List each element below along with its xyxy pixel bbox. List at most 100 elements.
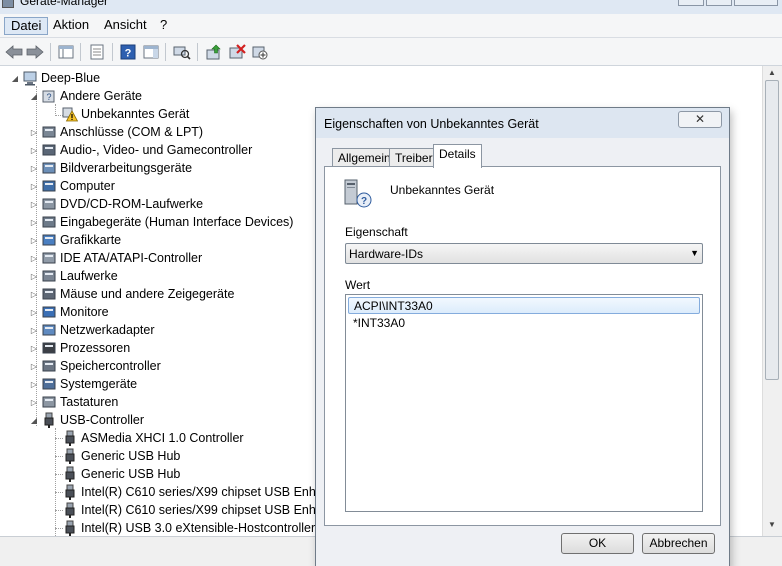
tree-category[interactable]: ▷ Audio-, Video- und Gamecontroller (29, 141, 252, 159)
device-category-icon (41, 178, 57, 194)
warning-device-icon (62, 106, 79, 122)
device-category-icon (41, 394, 57, 410)
menu-datei[interactable]: Datei (4, 17, 49, 35)
expand-chevron-icon[interactable]: ▷ (29, 361, 39, 371)
expand-chevron-icon[interactable]: ▷ (29, 289, 39, 299)
tree-category-label: Netzwerkadapter (60, 323, 155, 337)
dropdown-arrow-icon: ▼ (690, 248, 699, 258)
action-pane-icon[interactable] (141, 42, 161, 62)
tree-category[interactable]: ▷ Grafikkarte (29, 231, 121, 249)
expand-chevron-icon[interactable]: ▷ (29, 181, 39, 191)
collapse-chevron-icon[interactable]: ◢ (10, 73, 20, 83)
menu-aktion[interactable]: Aktion (47, 17, 95, 35)
tab-treiber[interactable]: Treiber (389, 148, 439, 168)
cancel-button[interactable]: Abbrechen (642, 533, 715, 554)
expand-chevron-icon[interactable]: ▷ (29, 163, 39, 173)
device-category-icon (41, 304, 57, 320)
console-tree-icon[interactable] (56, 42, 76, 62)
tree-category-usb[interactable]: ◢ USB-Controller (29, 411, 144, 429)
collapse-chevron-icon[interactable]: ◢ (29, 415, 39, 425)
unknown-device-category-icon: ? (41, 88, 57, 104)
tree-category[interactable]: ▷ Tastaturen (29, 393, 118, 411)
tree-category[interactable]: ▷ Laufwerke (29, 267, 118, 285)
expand-chevron-icon[interactable]: ▷ (29, 343, 39, 353)
menu-bar: Datei Aktion Ansicht ? (0, 14, 782, 38)
close-window-button[interactable] (734, 0, 778, 6)
expand-chevron-icon[interactable]: ▷ (29, 145, 39, 155)
tree-device-usb[interactable]: ASMedia XHCI 1.0 Controller (62, 429, 244, 447)
tree-category-label: Monitore (60, 305, 109, 319)
tab-details[interactable]: Details (433, 144, 482, 168)
back-arrow-icon[interactable] (4, 42, 24, 62)
tree-device-unknown[interactable]: Unbekanntes Gerät (62, 105, 189, 123)
tree-category[interactable]: ▷ Prozessoren (29, 339, 130, 357)
expand-chevron-icon[interactable]: ▷ (29, 397, 39, 407)
menu-help[interactable]: ? (154, 17, 173, 35)
svg-text:?: ? (361, 196, 367, 207)
scan-hardware-icon[interactable] (172, 42, 192, 62)
collapse-chevron-icon[interactable]: ◢ (29, 91, 39, 101)
maximize-button[interactable] (706, 0, 732, 6)
tree-device-usb[interactable]: Intel(R) USB 3.0 eXtensible-Hostcontroll… (62, 519, 315, 536)
toolbar: ? (0, 38, 782, 66)
tree-device-usb[interactable]: Generic USB Hub (62, 465, 180, 483)
tab-allgemein[interactable]: Allgemein (332, 148, 397, 168)
dialog-titlebar: Eigenschaften von Unbekanntes Gerät ✕ (316, 108, 729, 138)
dialog-close-button[interactable]: ✕ (678, 111, 722, 128)
value-list-item[interactable]: ACPI\INT33A0 (348, 297, 700, 314)
property-select-value: Hardware-IDs (349, 247, 424, 261)
tree-category[interactable]: ▷ Bildverarbeitungsgeräte (29, 159, 192, 177)
tree-root[interactable]: ◢ Deep-Blue (10, 69, 100, 87)
scroll-down-icon[interactable]: ▼ (763, 520, 781, 534)
expand-chevron-icon[interactable]: ▷ (29, 235, 39, 245)
tree-category[interactable]: ▷ Speichercontroller (29, 357, 161, 375)
toolbar-separator (50, 43, 51, 61)
device-category-icon (41, 142, 57, 158)
tree-category[interactable]: ▷ Netzwerkadapter (29, 321, 155, 339)
tree-category[interactable]: ▷ Computer (29, 177, 115, 195)
tree-category[interactable]: ▷ DVD/CD-ROM-Laufwerke (29, 195, 203, 213)
device-category-icon (41, 376, 57, 392)
value-label: Wert (345, 278, 371, 292)
toolbar-separator (165, 43, 166, 61)
uninstall-icon[interactable] (227, 42, 247, 62)
ok-button[interactable]: OK (561, 533, 634, 554)
tree-category[interactable]: ▷ IDE ATA/ATAPI-Controller (29, 249, 202, 267)
update-driver-icon[interactable] (204, 42, 224, 62)
property-select[interactable]: Hardware-IDs ▼ (345, 243, 703, 264)
expand-chevron-icon[interactable]: ▷ (29, 217, 39, 227)
tree-device-label: Unbekanntes Gerät (81, 107, 190, 121)
expand-chevron-icon[interactable]: ▷ (29, 271, 39, 281)
tree-category[interactable]: ▷ Anschlüsse (COM & LPT) (29, 123, 203, 141)
disable-device-icon[interactable] (250, 42, 270, 62)
expand-chevron-icon[interactable]: ▷ (29, 127, 39, 137)
expand-chevron-icon[interactable]: ▷ (29, 307, 39, 317)
minimize-button[interactable] (678, 0, 704, 6)
device-category-icon (41, 340, 57, 356)
menu-ansicht[interactable]: Ansicht (98, 17, 153, 35)
value-list[interactable]: ACPI\INT33A0 *INT33A0 (345, 294, 703, 512)
tree-category[interactable]: ▷ Mäuse und andere Zeigegeräte (29, 285, 235, 303)
usb-device-icon (62, 430, 78, 446)
tree-vertical-scrollbar[interactable]: ▲ ▼ (762, 66, 780, 536)
tree-category[interactable]: ▷ Eingabegeräte (Human Interface Devices) (29, 213, 294, 231)
tree-category[interactable]: ▷ Systemgeräte (29, 375, 137, 393)
tree-category-andere-geraete[interactable]: ◢ ? Andere Geräte (29, 87, 142, 105)
device-category-icon (41, 250, 57, 266)
help-icon[interactable]: ? (118, 42, 138, 62)
unknown-device-icon: ? (344, 178, 372, 208)
tree-device-usb[interactable]: Generic USB Hub (62, 447, 180, 465)
expand-chevron-icon[interactable]: ▷ (29, 253, 39, 263)
properties-icon[interactable] (87, 42, 107, 62)
expand-chevron-icon[interactable]: ▷ (29, 199, 39, 209)
window-title: Geräte-Manager (20, 0, 109, 8)
device-category-icon (41, 268, 57, 284)
tree-device-label: ASMedia XHCI 1.0 Controller (81, 431, 244, 445)
expand-chevron-icon[interactable]: ▷ (29, 325, 39, 335)
expand-chevron-icon[interactable]: ▷ (29, 379, 39, 389)
scrollbar-thumb[interactable] (765, 80, 779, 380)
value-list-item[interactable]: *INT33A0 (348, 315, 700, 332)
device-category-icon (41, 232, 57, 248)
forward-arrow-icon[interactable] (25, 42, 45, 62)
tree-category[interactable]: ▷ Monitore (29, 303, 109, 321)
